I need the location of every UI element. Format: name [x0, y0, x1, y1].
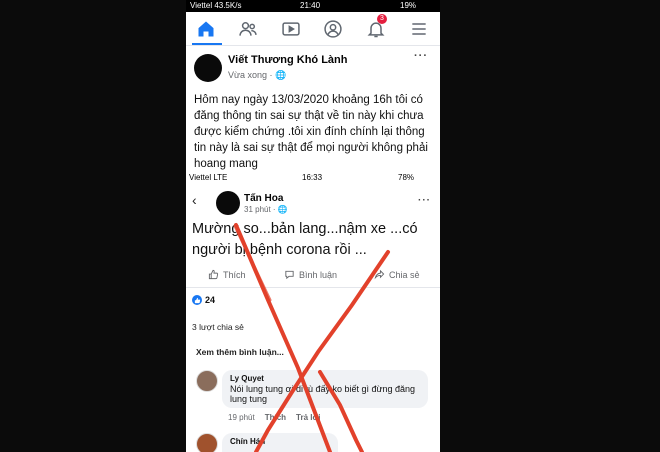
- post-header: Viết Thương Khó Lành Vừa xong · 🌐 ···: [186, 46, 440, 86]
- comment-bubble: Ly Quyet Nói lung tung ơi di tù đấy ko b…: [222, 370, 428, 408]
- facebook-nav-bar: 3: [186, 12, 440, 46]
- embedded-status-bar: Viettel LTE 16:33 78%: [186, 171, 440, 184]
- embedded-like-button: Thích: [208, 269, 246, 280]
- status-carrier: Viettel 43.5K/s: [190, 1, 242, 10]
- active-tab-indicator: [192, 43, 222, 45]
- share-count: 3 lượt chia sẻ: [192, 322, 244, 332]
- commenter-avatar-2: [196, 433, 218, 452]
- embedded-action-bar: Thích Bình luận Chia sẻ: [186, 267, 440, 287]
- embedded-globe-icon: 🌐: [277, 205, 288, 214]
- author-avatar[interactable]: [194, 54, 222, 82]
- commenter-name: Ly Quyet: [230, 374, 264, 383]
- back-arrow-icon[interactable]: ‹: [192, 192, 197, 208]
- embedded-options-icon: ···: [418, 195, 431, 206]
- embedded-screenshot: Viettel LTE 16:33 78% ‹ Tấn Hoa 31 phút …: [186, 171, 440, 452]
- like-reaction-icon: [192, 295, 202, 305]
- post-options-button[interactable]: ···: [414, 50, 428, 62]
- menu-icon[interactable]: [405, 16, 433, 42]
- share-icon: [374, 269, 385, 280]
- globe-icon: 🌐: [275, 70, 287, 80]
- commenter-name-2: Chín Hán: [230, 437, 266, 446]
- status-bar: Viettel 43.5K/s 21:40 19%: [186, 0, 440, 12]
- phone-screen: Viettel 43.5K/s 21:40 19% 3 Viết Thương …: [186, 0, 440, 452]
- comment-like: Thích: [264, 413, 287, 422]
- thumbs-up-icon: [208, 269, 219, 280]
- reaction-summary: 24: [192, 295, 215, 305]
- embedded-carrier: Viettel LTE: [189, 173, 228, 182]
- embedded-time-ago: 31 phút ·: [244, 205, 278, 214]
- comment-label: Bình luận: [299, 269, 338, 280]
- post-author[interactable]: Viết Thương Khó Lành: [228, 54, 347, 66]
- embedded-battery: 78%: [398, 173, 415, 182]
- comment-icon: [285, 270, 294, 280]
- embedded-meta: 31 phút · 🌐: [244, 205, 288, 214]
- notifications-button[interactable]: 3: [362, 14, 390, 42]
- friends-icon[interactable]: [234, 16, 262, 42]
- post-time: Vừa xong ·: [228, 70, 276, 80]
- divider: [186, 287, 440, 288]
- home-icon[interactable]: [192, 16, 220, 42]
- notification-badge: 3: [377, 14, 387, 24]
- comment-meta: 19 phút Thích Trả lời: [228, 413, 320, 422]
- embedded-share-button: Chia sẻ: [374, 269, 420, 280]
- post-text: Hôm nay ngày 13/03/2020 khoảng 16h tôi c…: [194, 94, 428, 170]
- status-time: 21:40: [300, 1, 321, 10]
- embedded-author-avatar: [216, 191, 240, 215]
- embedded-author: Tấn Hoa: [244, 193, 284, 204]
- embedded-post-text: Mường so...bản lang...nậm xe ...có người…: [192, 221, 418, 258]
- share-label: Chia sẻ: [389, 269, 420, 280]
- profile-icon[interactable]: [319, 16, 347, 42]
- like-label: Thích: [223, 269, 246, 280]
- view-more-comments: Xem thêm bình luận...: [196, 347, 284, 357]
- comment-time: 19 phút: [228, 413, 255, 422]
- watch-icon[interactable]: [277, 16, 305, 42]
- embedded-time: 16:33: [302, 173, 323, 182]
- reaction-count: 24: [205, 295, 216, 305]
- comment-bubble-2: Chín Hán: [222, 433, 338, 452]
- comment-text: Nói lung tung ơi di tù đấy ko biết gì đừ…: [230, 384, 416, 404]
- comment-reply: Trả lời: [296, 413, 321, 422]
- commenter-avatar: [196, 370, 218, 392]
- embedded-comment-button: Bình luận: [284, 269, 337, 280]
- post-meta: Vừa xong · 🌐: [228, 70, 286, 81]
- status-battery: 19%: [400, 1, 417, 10]
